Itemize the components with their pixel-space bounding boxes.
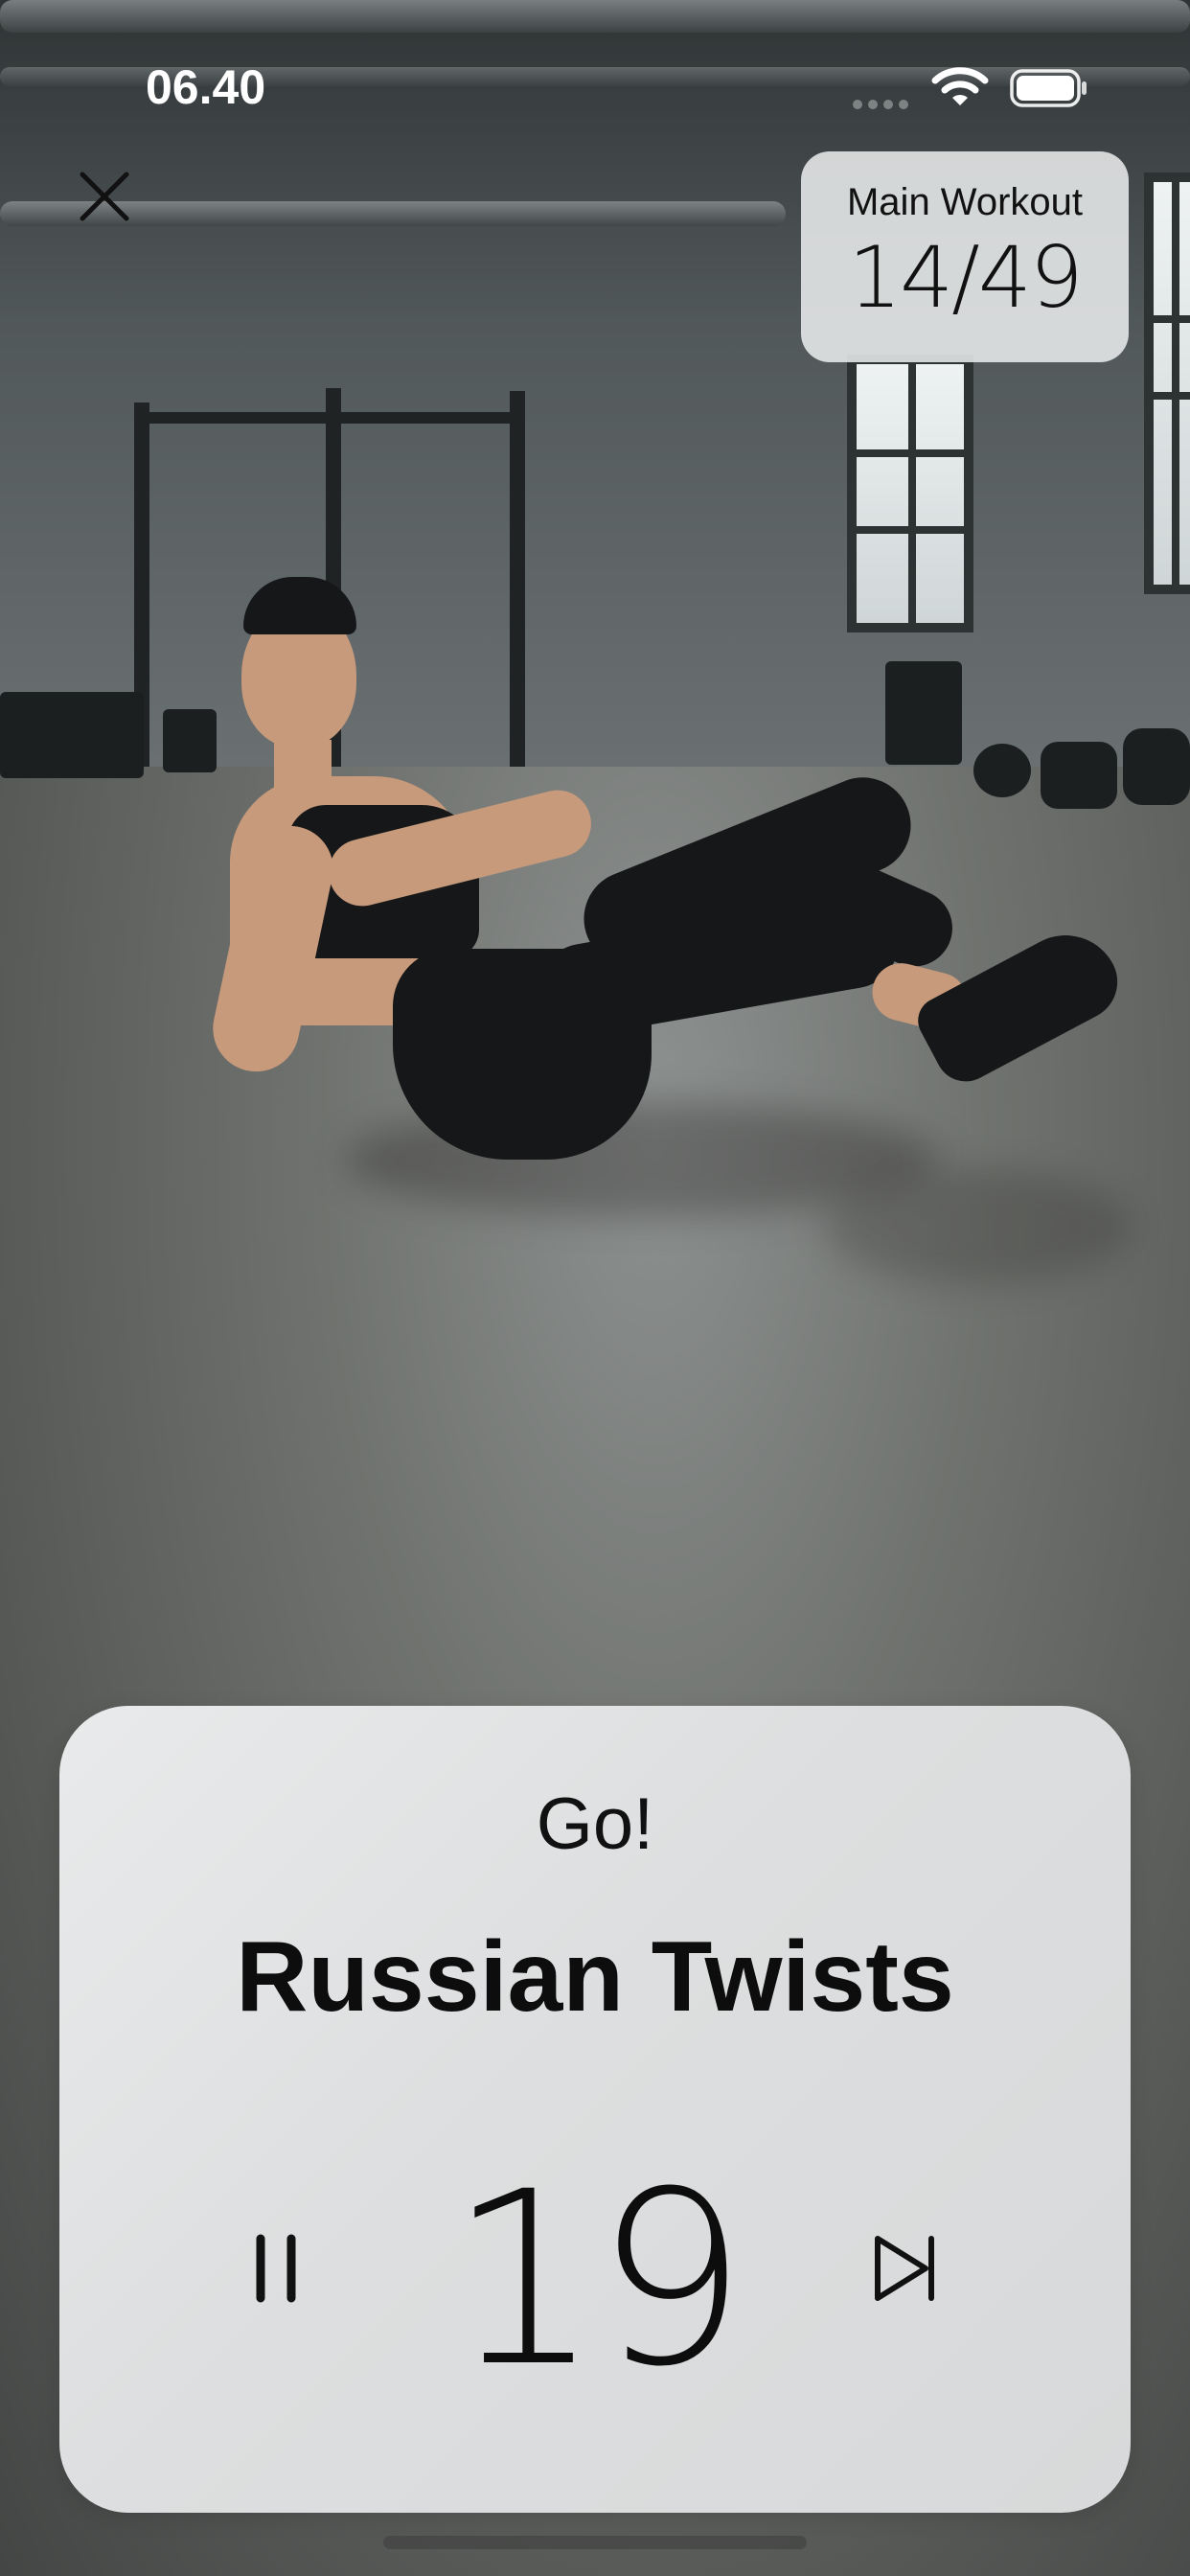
athlete-hair	[243, 577, 356, 634]
exercise-card: Go! Russian Twists 19	[59, 1706, 1131, 2513]
exercise-name: Russian Twists	[236, 1921, 954, 2033]
skip-forward-button[interactable]	[866, 2216, 952, 2321]
pause-button[interactable]	[238, 2216, 314, 2321]
workout-name: Main Workout	[846, 181, 1083, 223]
status-bar-time: 06.40	[146, 60, 266, 114]
skip-forward-icon	[875, 2236, 934, 2301]
close-icon	[80, 172, 129, 221]
workout-progress-card: Main Workout 14/49	[801, 151, 1129, 362]
signal-dots	[853, 100, 908, 109]
home-indicator[interactable]	[383, 2536, 807, 2549]
close-button[interactable]	[73, 165, 136, 228]
exercise-prompt: Go!	[536, 1783, 654, 1865]
pause-icon	[256, 2234, 296, 2303]
battery-icon	[1010, 69, 1087, 107]
exercise-progress-count: 14/49	[848, 228, 1084, 327]
wifi-icon	[931, 67, 989, 105]
countdown-timer: 19	[447, 2140, 747, 2419]
